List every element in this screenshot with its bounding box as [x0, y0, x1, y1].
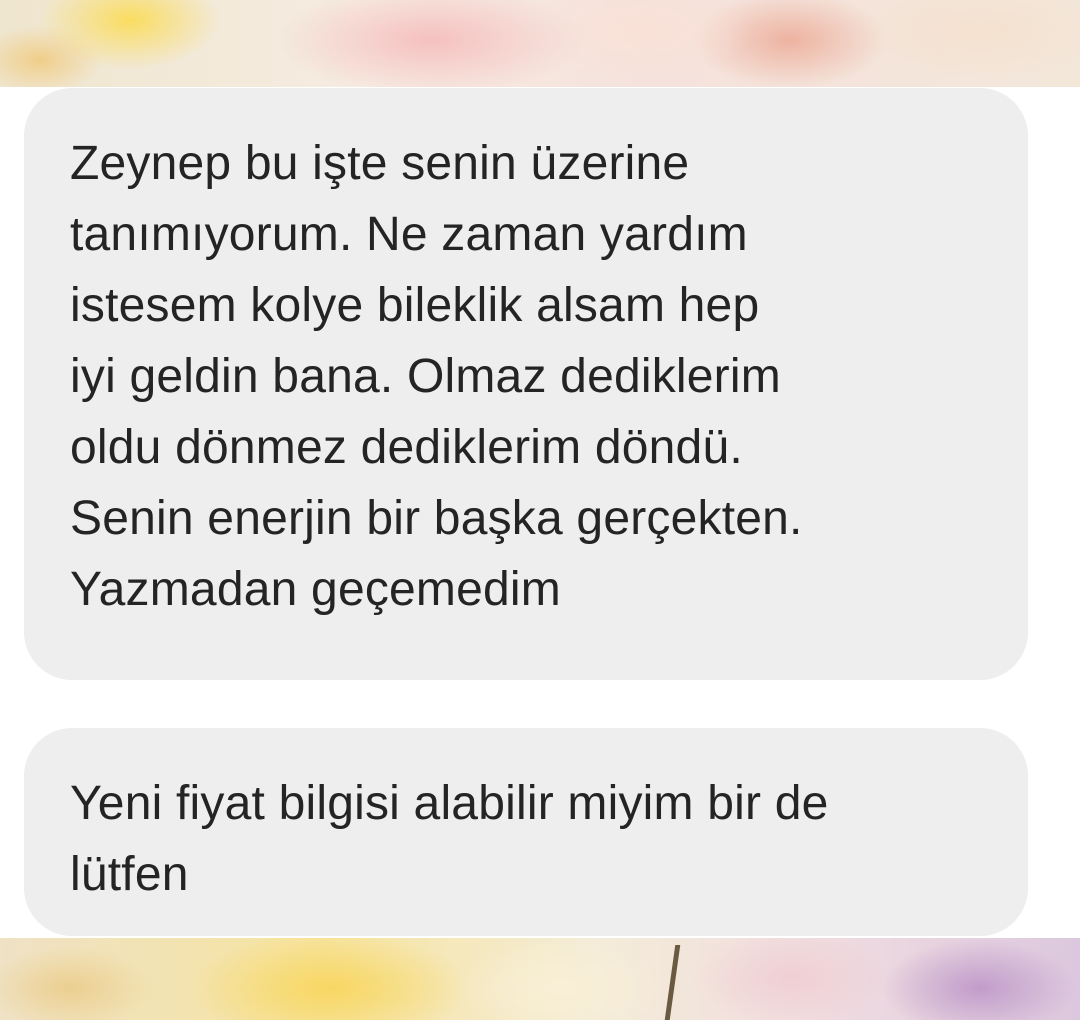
- message-bubble[interactable]: Yeni fiyat bilgisi alabilir miyim bir de…: [24, 728, 1028, 936]
- message-bubble[interactable]: Zeynep bu işte senin üzerine tanımıyorum…: [24, 88, 1028, 680]
- message-line: iyi geldin bana. Olmaz dediklerim: [70, 350, 781, 403]
- message-line: Zeynep bu işte senin üzerine: [70, 137, 690, 190]
- message-line: Yeni fiyat bilgisi alabilir miyim bir de: [70, 777, 829, 830]
- message-text: Zeynep bu işte senin üzerine tanımıyorum…: [70, 128, 986, 625]
- message-line: oldu dönmez dediklerim döndü.: [70, 421, 743, 474]
- message-text: Yeni fiyat bilgisi alabilir miyim bir de…: [70, 768, 986, 910]
- message-line: Yazmadan geçemedim: [70, 563, 561, 616]
- message-line: istesem kolye bileklik alsam hep: [70, 279, 760, 332]
- floral-background-bottom: [0, 938, 1080, 1020]
- message-line: lütfen: [70, 848, 189, 901]
- message-line: tanımıyorum. Ne zaman yardım: [70, 208, 748, 261]
- floral-background-top: [0, 0, 1080, 87]
- message-line: Senin enerjin bir başka gerçekten.: [70, 492, 803, 545]
